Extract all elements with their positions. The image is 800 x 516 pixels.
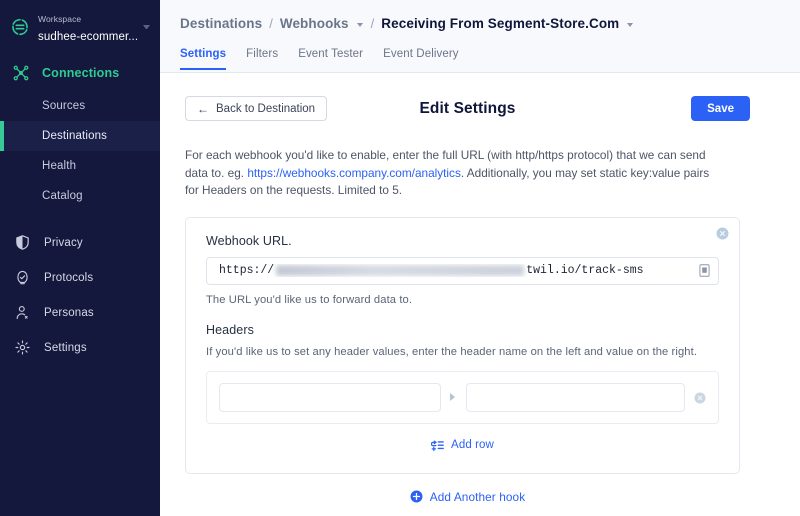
sidebar-item-health[interactable]: Health: [0, 151, 160, 181]
workspace-switcher[interactable]: Workspace sudhee-ecommer...: [0, 0, 160, 55]
webhook-url-label: Webhook URL.: [206, 233, 292, 248]
close-circle-icon[interactable]: [716, 227, 729, 240]
sidebar-item-label: Sources: [42, 100, 86, 112]
add-row-button[interactable]: Add row: [206, 439, 719, 451]
webhook-card: Webhook URL. https:// twil.io/track-sms T…: [185, 216, 740, 474]
copy-icon[interactable]: [699, 264, 710, 277]
close-circle-icon[interactable]: [694, 391, 706, 404]
tab-event-delivery[interactable]: Event Delivery: [383, 48, 459, 70]
workspace-name: sudhee-ecommer...: [38, 31, 139, 43]
breadcrumb-separator: /: [269, 16, 273, 31]
sidebar-item-label: Protocols: [44, 271, 94, 284]
webhook-url-input[interactable]: https:// twil.io/track-sms: [206, 256, 719, 285]
sidebar-item-destinations[interactable]: Destinations: [0, 121, 160, 151]
breadcrumb-item-webhooks[interactable]: Webhooks: [280, 16, 349, 31]
tab-settings[interactable]: Settings: [180, 48, 227, 70]
sidebar-item-label: Catalog: [42, 190, 83, 202]
chevron-down-icon[interactable]: [143, 25, 150, 29]
back-button-label: Back to Destination: [216, 102, 316, 115]
topbar: Destinations / Webhooks / Receiving From…: [160, 0, 800, 73]
header-value-input[interactable]: [466, 382, 685, 412]
chevron-down-icon[interactable]: [627, 23, 634, 27]
sidebar-item-label: Settings: [44, 341, 87, 354]
webhook-url-help: The URL you'd like us to forward data to…: [206, 293, 413, 306]
breadcrumb-item-destinations[interactable]: Destinations: [180, 16, 262, 31]
protocols-icon: [14, 269, 31, 286]
add-another-hook-button[interactable]: Add Another hook: [185, 490, 750, 504]
add-row-icon: [430, 439, 444, 451]
add-row-label: Add row: [451, 438, 494, 451]
workspace-label: Workspace: [38, 14, 82, 24]
breadcrumb-separator: /: [370, 16, 375, 31]
url-prefix: https://: [219, 264, 275, 277]
page-header-row: ← Back to Destination Edit Settings Save: [185, 95, 750, 122]
tab-filters[interactable]: Filters: [246, 48, 278, 70]
sidebar-item-privacy[interactable]: Privacy: [0, 225, 160, 260]
save-button[interactable]: Save: [691, 96, 750, 121]
webhook-url-value: https:// twil.io/track-sms: [219, 264, 699, 277]
headers-help: If you'd like us to set any header value…: [206, 345, 698, 358]
connections-nodes-icon: [12, 64, 30, 82]
chevron-down-icon[interactable]: [356, 23, 363, 27]
segment-logo-icon: [10, 17, 30, 37]
app-root: Workspace sudhee-ecommer... Connections …: [0, 0, 800, 516]
sidebar-item-label: Destinations: [42, 130, 108, 142]
sidebar-item-sources[interactable]: Sources: [0, 91, 160, 121]
header-key-input[interactable]: [219, 382, 441, 412]
sidebar-item-label: Personas: [44, 306, 94, 319]
breadcrumb-item-current[interactable]: Receiving From Segment-Store.Com: [381, 16, 619, 31]
url-redacted-segment: [276, 265, 525, 276]
back-to-destination-button[interactable]: ← Back to Destination: [185, 96, 328, 121]
gear-icon: [14, 339, 31, 356]
sidebar-item-label: Privacy: [44, 236, 83, 249]
sidebar-section-connections[interactable]: Connections: [0, 55, 160, 91]
sidebar-section-label: Connections: [42, 66, 120, 80]
person-icon: [14, 304, 31, 321]
tab-event-tester[interactable]: Event Tester: [298, 48, 363, 70]
header-row: [206, 370, 719, 424]
sidebar-item-protocols[interactable]: Protocols: [0, 260, 160, 295]
sidebar-item-settings[interactable]: Settings: [0, 330, 160, 365]
breadcrumb: Destinations / Webhooks / Receiving From…: [180, 0, 800, 32]
main-area: Destinations / Webhooks / Receiving From…: [160, 0, 800, 516]
shield-icon: [14, 234, 31, 251]
sidebar-item-label: Health: [42, 160, 77, 172]
add-another-hook-label: Add Another hook: [429, 489, 526, 504]
description-link[interactable]: https://webhooks.company.com/analytics: [247, 166, 461, 180]
content-area: ← Back to Destination Edit Settings Save…: [160, 73, 800, 504]
headers-title: Headers: [206, 322, 254, 337]
sidebar: Workspace sudhee-ecommer... Connections …: [0, 0, 160, 516]
plus-circle-icon: [410, 490, 423, 503]
arrow-left-icon: ←: [197, 101, 209, 116]
page-description: For each webhook you'd like to enable, e…: [185, 147, 725, 200]
url-suffix: twil.io/track-sms: [526, 264, 644, 277]
sidebar-item-catalog[interactable]: Catalog: [0, 181, 160, 211]
arrow-right-icon: [450, 393, 457, 401]
sidebar-item-personas[interactable]: Personas: [0, 295, 160, 330]
workspace-text: Workspace sudhee-ecommer...: [38, 9, 138, 45]
tab-bar: Settings Filters Event Tester Event Deli…: [180, 32, 800, 70]
